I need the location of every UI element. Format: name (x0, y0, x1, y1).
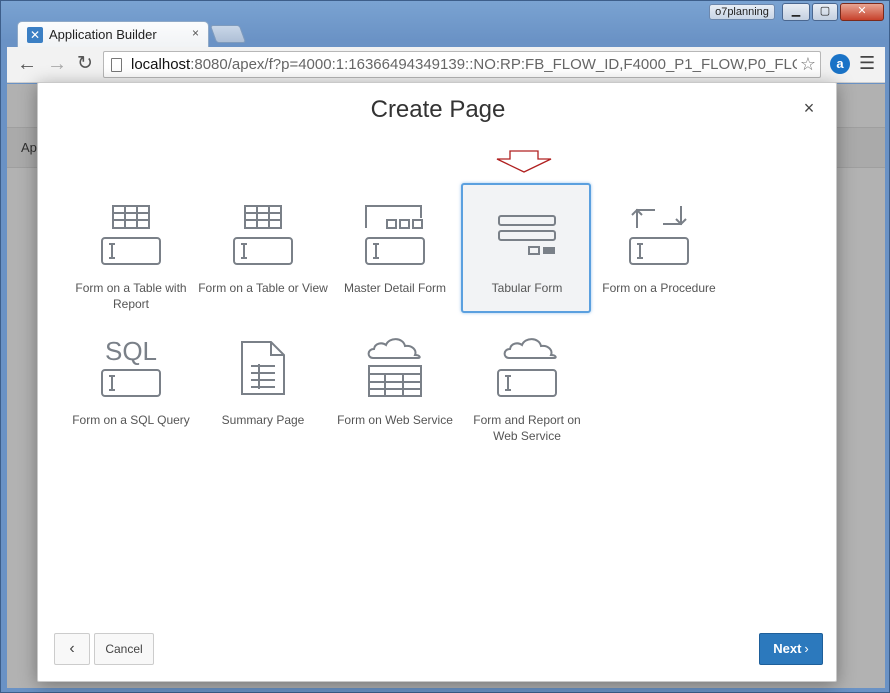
tile-label: Summary Page (221, 413, 305, 427)
address-bar[interactable]: localhost:8080/apex/f?p=4000:1:163664943… (103, 51, 821, 78)
browser-tab[interactable]: ✕ Application Builder × (17, 21, 209, 47)
tile-form-on-procedure[interactable]: Form on a Procedure (593, 183, 723, 313)
page-icon (111, 58, 122, 72)
tile-label: Form on a Procedure (602, 281, 716, 295)
chevron-right-icon: › (804, 641, 809, 656)
tile-form-on-sql-query[interactable]: SQL Form on a SQL Query (65, 315, 195, 445)
browser-toolbar: ← → ↻ localhost:8080/apex/f?p=4000:1:163… (7, 47, 885, 83)
next-button[interactable]: Next › (759, 633, 823, 665)
sql-form-icon: SQL (101, 336, 161, 397)
procedure-form-icon (629, 206, 689, 265)
tile-form-table-with-report[interactable]: Form on a Table with Report (65, 183, 195, 313)
dialog-title: Create Page (370, 96, 506, 123)
user-badge[interactable]: o7planning (709, 4, 775, 20)
next-button-label: Next (773, 641, 802, 656)
tile-form-report-web-service[interactable]: Form and Report on Web Service (461, 315, 591, 445)
tile-label: Form on a SQL Query (72, 413, 190, 427)
reload-icon[interactable]: ↻ (73, 53, 97, 77)
forward-icon[interactable]: → (45, 53, 69, 77)
table-form-icon (101, 205, 161, 265)
star-icon[interactable]: ☆ (796, 52, 816, 77)
url-text: localhost:8080/apex/f?p=4000:1:163664943… (131, 56, 804, 73)
close-icon[interactable]: × (800, 99, 818, 117)
tile-form-table-or-view[interactable]: Form on a Table or View (197, 183, 328, 313)
previous-button[interactable]: ‹ (54, 633, 90, 665)
tab-title: Application Builder (49, 27, 157, 42)
tile-master-detail-form[interactable]: Master Detail Form (329, 183, 459, 313)
document-icon (241, 341, 285, 395)
titlebar: ✕ Application Builder × o7planning ▁ ▢ ✕ (1, 1, 890, 47)
cloud-table-icon (367, 338, 422, 397)
maximize-button[interactable]: ▢ (812, 3, 838, 21)
tile-tabular-form[interactable]: Tabular Form (461, 183, 591, 313)
annotation-arrow-icon (496, 150, 552, 173)
tile-label: Form on a Table or View (198, 281, 328, 295)
cloud-form-icon (497, 338, 557, 397)
tile-label: Form on a Table with Report (75, 281, 187, 311)
tile-label: Form on Web Service (337, 413, 453, 427)
tabular-form-icon (498, 215, 556, 255)
tile-label: Master Detail Form (343, 281, 447, 295)
master-detail-icon (365, 205, 425, 265)
menu-icon[interactable]: ☰ (859, 53, 875, 74)
new-tab-button[interactable] (209, 25, 247, 43)
tile-form-on-web-service[interactable]: Form on Web Service (329, 315, 459, 445)
close-window-button[interactable]: ✕ (840, 3, 884, 21)
apex-favicon-icon: ✕ (27, 27, 43, 43)
create-page-dialog: Create Page × Form on a Table with Repor… (37, 82, 837, 682)
svg-text:SQL: SQL (105, 336, 157, 366)
tile-label: Form and Report on Web Service (473, 413, 581, 443)
table-form-icon (233, 205, 293, 265)
tab-close-icon[interactable]: × (192, 26, 199, 40)
cancel-button[interactable]: Cancel (94, 633, 154, 665)
back-icon[interactable]: ← (15, 53, 39, 77)
minimize-button[interactable]: ▁ (782, 3, 810, 21)
extension-icon[interactable]: a (830, 54, 850, 74)
tile-label: Tabular Form (491, 281, 563, 295)
tile-summary-page[interactable]: Summary Page (197, 315, 327, 445)
